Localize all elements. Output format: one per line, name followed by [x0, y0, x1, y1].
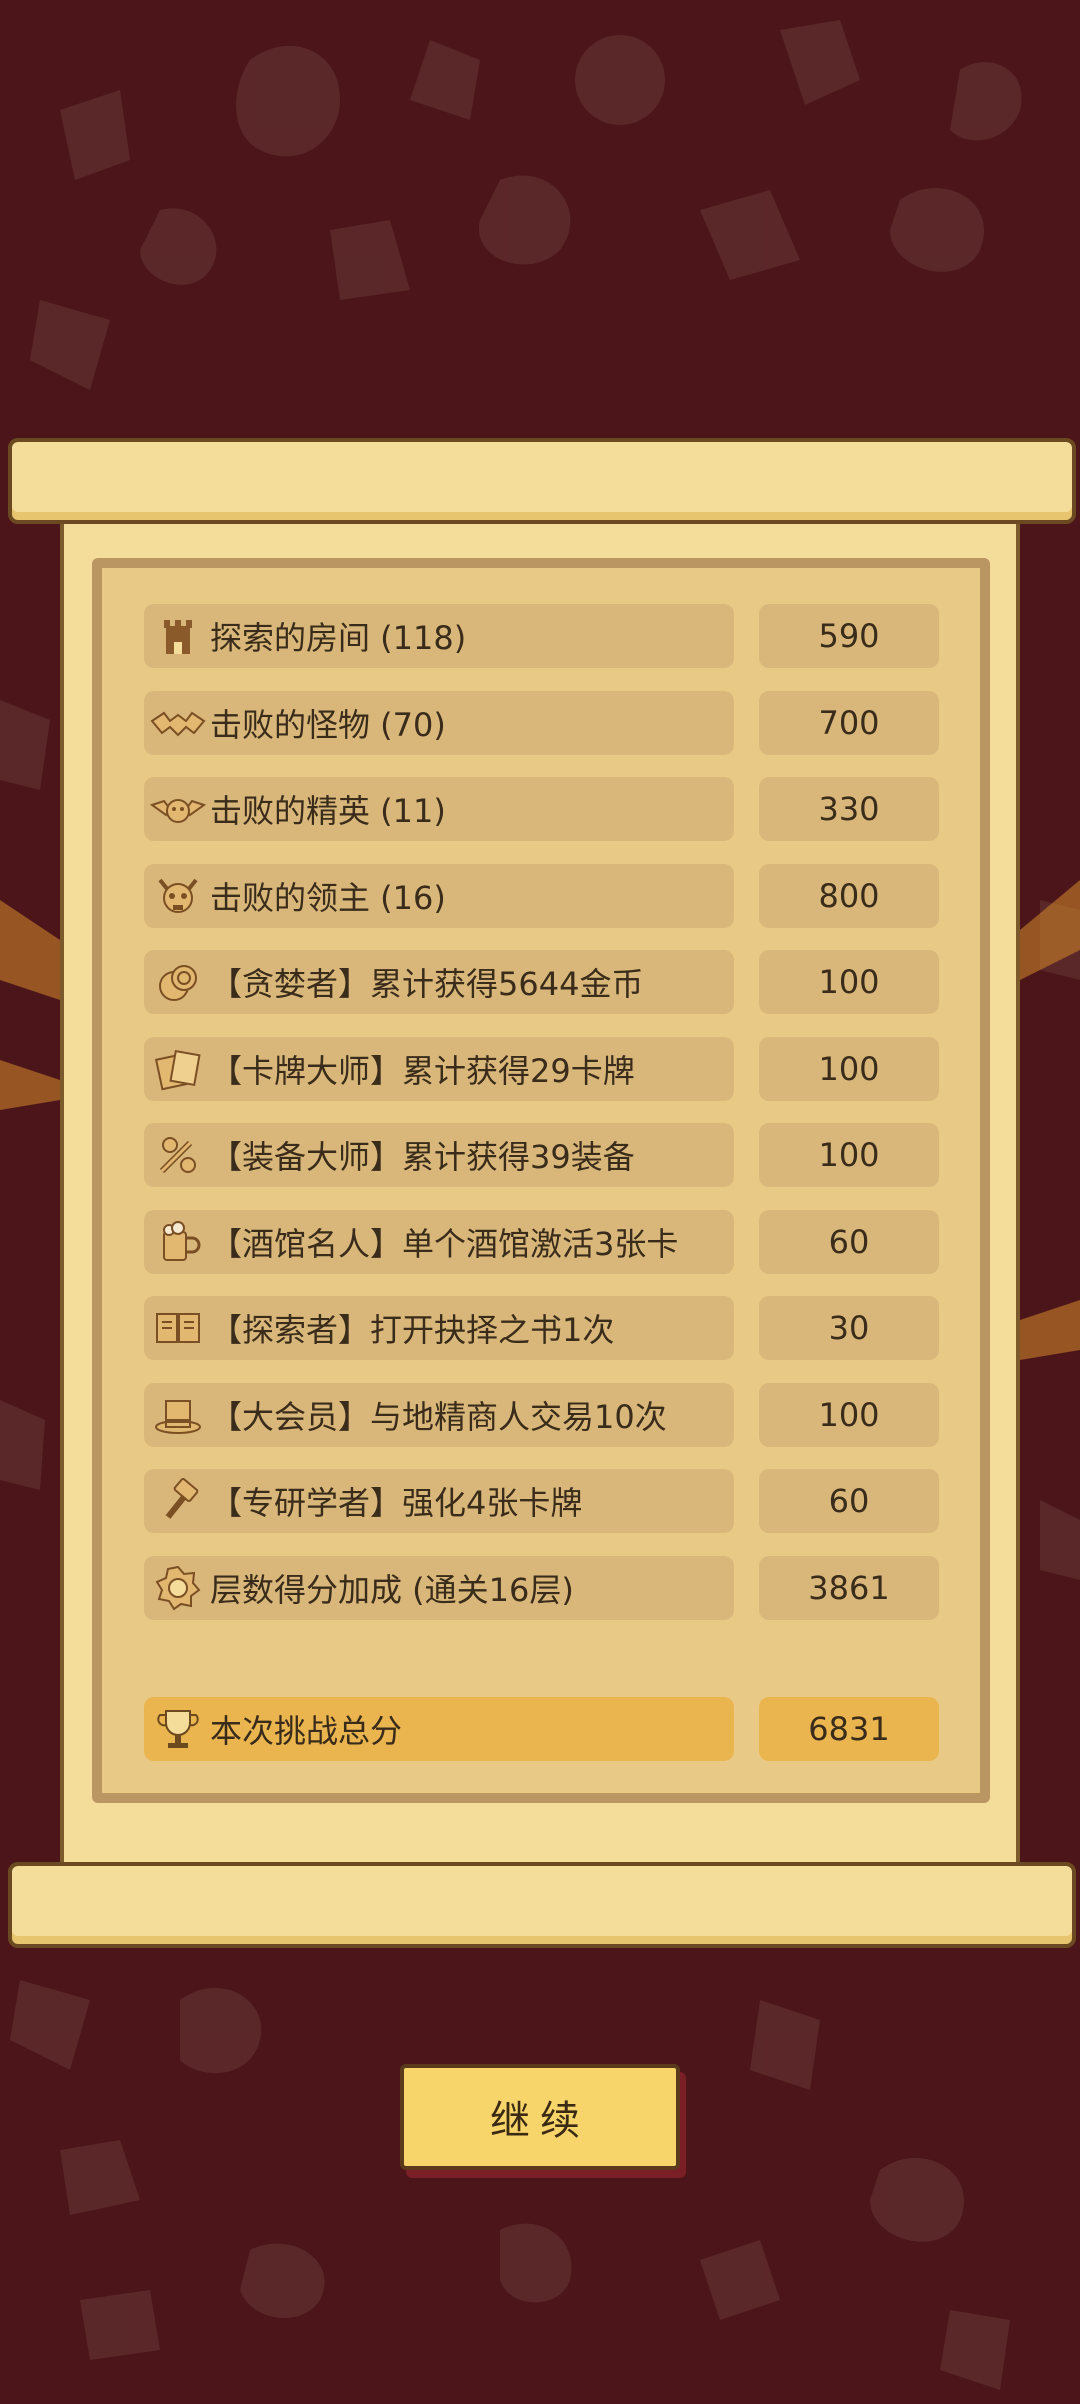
floor-badge-icon	[150, 1560, 206, 1616]
winged-demon-icon	[150, 781, 206, 837]
book-icon	[150, 1300, 206, 1356]
score-row-label-box: 击败的怪物 (70)	[144, 690, 734, 755]
score-row-label-box: 【贪婪者】累计获得5644金币	[144, 950, 734, 1014]
score-row-label-box: 【大会员】与地精商人交易10次	[144, 1382, 734, 1447]
top-hat-icon	[150, 1387, 206, 1443]
score-row-label-box: 【装备大师】累计获得39装备	[144, 1123, 734, 1187]
score-row-label: 【专研学者】强化4张卡牌	[210, 1484, 583, 1522]
score-row-label: 【大会员】与地精商人交易10次	[210, 1397, 667, 1436]
scroll-top-rod	[8, 438, 1076, 524]
score-row-vip: 【大会员】与地精商人交易10次 100	[144, 1382, 939, 1447]
scroll-bottom-rod	[8, 1862, 1076, 1948]
score-row-value: 60	[759, 1469, 939, 1533]
score-row-label-box: 【探索者】打开抉择之书1次	[144, 1296, 734, 1360]
score-row-label: 击败的精英 (11)	[210, 792, 446, 830]
score-row-label-box: 【酒馆名人】单个酒馆激活3张卡	[144, 1209, 734, 1274]
hammer-icon	[150, 1473, 206, 1529]
score-row-label: 【酒馆名人】单个酒馆激活3张卡	[210, 1224, 679, 1263]
score-row-floor-bonus: 层数得分加成 (通关16层) 3861	[144, 1555, 939, 1620]
score-row-equipment-master: 【装备大师】累计获得39装备 100	[144, 1123, 939, 1187]
beer-mug-icon	[150, 1214, 206, 1270]
score-row-value: 100	[759, 1036, 939, 1101]
score-row-label-box: 【专研学者】强化4张卡牌	[144, 1469, 734, 1533]
score-row-value: 800	[759, 863, 939, 928]
score-row-value: 590	[759, 604, 939, 668]
score-row-label-box: 【卡牌大师】累计获得29卡牌	[144, 1036, 734, 1101]
equipment-icon	[150, 1127, 206, 1183]
score-row-scholar: 【专研学者】强化4张卡牌 60	[144, 1469, 939, 1533]
score-row-card-master: 【卡牌大师】累计获得29卡牌 100	[144, 1036, 939, 1101]
score-row-label: 【装备大师】累计获得39装备	[210, 1138, 635, 1176]
score-row-label: 击败的怪物 (70)	[210, 705, 446, 744]
score-row-value: 30	[759, 1296, 939, 1360]
score-row-label: 层数得分加成 (通关16层)	[210, 1570, 574, 1609]
score-row-value: 60	[759, 1209, 939, 1274]
score-row-label: 探索的房间 (118)	[210, 619, 467, 657]
score-row-label: 击败的领主 (16)	[210, 878, 446, 917]
trophy-icon	[150, 1701, 206, 1757]
score-row-label: 【卡牌大师】累计获得29卡牌	[210, 1051, 635, 1090]
score-row-value: 330	[759, 777, 939, 841]
horned-skull-icon	[150, 868, 206, 924]
cards-icon	[150, 1041, 206, 1097]
tower-icon	[150, 608, 206, 664]
total-score-row: 本次挑战总分 6831	[144, 1697, 939, 1761]
score-row-monsters: 击败的怪物 (70) 700	[144, 690, 939, 755]
score-row-elites: 击败的精英 (11) 330	[144, 777, 939, 841]
score-row-value: 700	[759, 690, 939, 755]
score-row-label-box: 击败的精英 (11)	[144, 777, 734, 841]
total-score-label: 本次挑战总分	[210, 1712, 403, 1750]
score-row-greedy: 【贪婪者】累计获得5644金币 100	[144, 950, 939, 1014]
continue-button[interactable]: 继续	[400, 2064, 680, 2170]
coins-icon	[150, 954, 206, 1010]
total-score-value: 6831	[759, 1697, 939, 1761]
score-row-explorer: 【探索者】打开抉择之书1次 30	[144, 1296, 939, 1360]
score-row-rooms: 探索的房间 (118) 590	[144, 604, 939, 668]
score-row-bosses: 击败的领主 (16) 800	[144, 863, 939, 928]
bat-icon	[150, 695, 206, 751]
score-row-value: 100	[759, 950, 939, 1014]
score-row-value: 100	[759, 1382, 939, 1447]
score-row-value: 100	[759, 1123, 939, 1187]
score-row-value: 3861	[759, 1555, 939, 1620]
score-row-label-box: 探索的房间 (118)	[144, 604, 734, 668]
score-row-label-box: 击败的领主 (16)	[144, 863, 734, 928]
score-row-label: 【贪婪者】累计获得5644金币	[210, 965, 644, 1003]
score-row-label: 【探索者】打开抉择之书1次	[210, 1311, 615, 1349]
score-row-tavern: 【酒馆名人】单个酒馆激活3张卡 60	[144, 1209, 939, 1274]
score-row-label-box: 层数得分加成 (通关16层)	[144, 1555, 734, 1620]
total-score-label-box: 本次挑战总分	[144, 1697, 734, 1761]
score-list: 探索的房间 (118) 590 击败的怪物 (70) 700 击败的精英 (11…	[144, 604, 939, 1642]
